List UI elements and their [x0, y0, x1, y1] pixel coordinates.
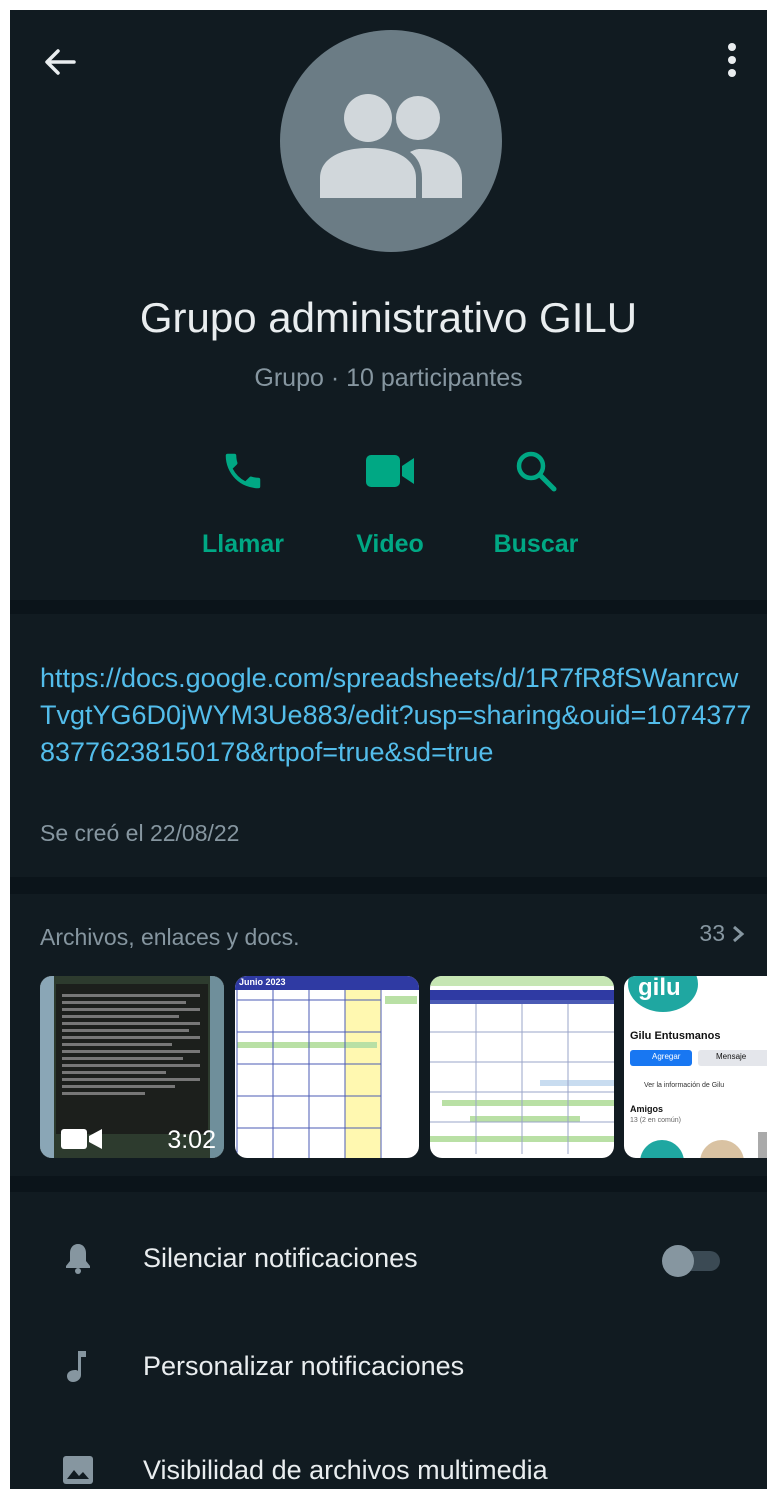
video-label: Video [356, 530, 424, 558]
group-people-icon [320, 94, 462, 198]
thumb-info-label: Ver la información de Gilu [644, 1082, 725, 1089]
mute-notifications-row[interactable]: Silenciar notificaciones [10, 1228, 767, 1288]
bell-icon [66, 1244, 90, 1274]
group-avatar[interactable] [280, 30, 502, 252]
media-count-button[interactable]: 33 [699, 920, 745, 947]
media-visibility-label: Visibilidad de archivos multimedia [143, 1455, 548, 1485]
music-note-icon [67, 1351, 86, 1382]
chevron-right-icon [733, 925, 745, 942]
thumb-friends-label: Amigos [630, 1104, 664, 1114]
arrow-left-icon [45, 49, 76, 75]
description-link[interactable]: https://docs.google.com/spreadsheets/d/1… [40, 660, 752, 771]
media-count: 33 [699, 920, 725, 946]
image-icon [63, 1456, 93, 1484]
custom-notifications-label: Personalizar notificaciones [143, 1351, 465, 1381]
media-section[interactable]: Archivos, enlaces y docs. 33 3:02 Junio … [10, 894, 767, 1176]
search-label: Buscar [493, 530, 579, 558]
group-header: Grupo administrativo GILU Grupo · 10 par… [10, 10, 767, 600]
group-info-screen: Grupo administrativo GILU Grupo · 10 par… [10, 10, 767, 1489]
search-icon [516, 451, 557, 492]
media-title: Archivos, enlaces y docs. [40, 924, 300, 950]
more-vertical-icon [728, 43, 736, 77]
media-thumb-video[interactable]: 3:02 [40, 976, 224, 1158]
thumb-message-label: Mensaje [716, 1052, 747, 1061]
more-options-button[interactable] [722, 40, 742, 84]
thumb-add-label: Agregar [652, 1052, 681, 1061]
video-icon [366, 455, 414, 487]
call-button[interactable]: Llamar [168, 446, 318, 559]
group-description: https://docs.google.com/spreadsheets/d/1… [10, 614, 767, 877]
video-button[interactable]: Video [315, 446, 465, 559]
media-thumb-calendar-2[interactable] [430, 976, 614, 1158]
search-button[interactable]: Buscar [461, 446, 611, 559]
video-duration: 3:02 [167, 1126, 216, 1154]
call-label: Llamar [202, 530, 284, 558]
back-button[interactable] [40, 42, 80, 82]
phone-icon [225, 453, 261, 489]
thumb-contact-name: Gilu Entusmanos [630, 1030, 721, 1042]
media-visibility-row[interactable]: Visibilidad de archivos multimedia [10, 1440, 767, 1489]
mute-toggle[interactable] [662, 1245, 722, 1277]
calendar-grid [430, 1004, 614, 1154]
group-subtitle: Grupo · 10 participantes [254, 364, 523, 392]
thumb-logo: gilu [638, 976, 681, 1001]
custom-notifications-row[interactable]: Personalizar notificaciones [10, 1336, 767, 1396]
settings-section: Silenciar notificaciones Personalizar no… [10, 1192, 767, 1489]
video-camera-icon [61, 1129, 102, 1149]
calendar-title: Junio 2023 [239, 977, 286, 987]
mute-notifications-label: Silenciar notificaciones [143, 1243, 418, 1273]
media-thumb-profile[interactable]: gilu Gilu Entusmanos Agregar Mensaje Ver… [624, 976, 767, 1158]
created-date: Se creó el 22/08/22 [40, 820, 240, 846]
media-thumb-calendar-1[interactable]: Junio 2023 [235, 976, 419, 1158]
calendar-grid [236, 990, 382, 1158]
group-name: Grupo administrativo GILU [139, 294, 638, 341]
thumb-friends-count: 13 (2 en común) [630, 1117, 681, 1124]
